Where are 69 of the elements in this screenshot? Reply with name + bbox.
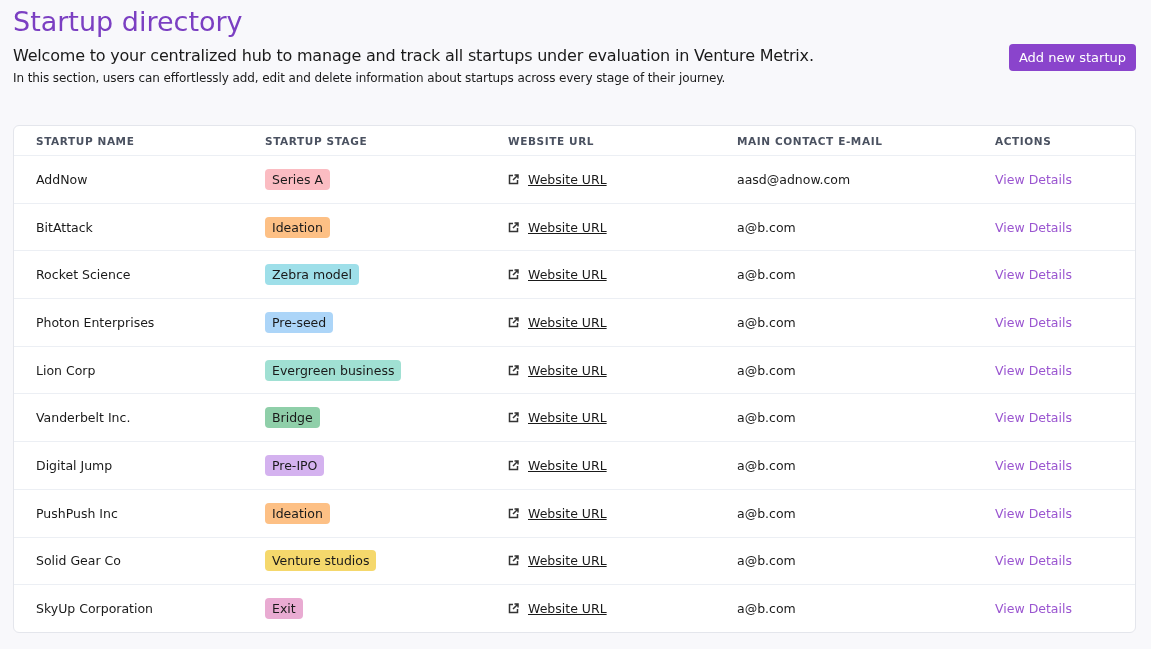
column-header: STARTUP NAME <box>36 134 136 147</box>
stage-tag: Ideation <box>265 216 330 238</box>
view-details-link[interactable]: View Details <box>995 267 1113 283</box>
column-header: WEBSITE URL <box>508 134 596 147</box>
add-startup-button[interactable]: Add new startup <box>1008 44 1136 71</box>
external-link-icon <box>508 412 519 424</box>
startup-name: Photon Enterprises <box>36 314 156 330</box>
stage-tag: Ideation <box>265 502 330 524</box>
contact-email: a@b.com <box>737 601 797 617</box>
page-subtitle: Welcome to your centralized hub to manage and track all startups under evaluation in Venture Metrix. <box>13 46 814 65</box>
view-details-link[interactable]: View Details <box>995 314 1113 330</box>
contact-email: a@b.com <box>737 457 797 473</box>
startup-name: Solid Gear Co <box>36 553 122 569</box>
external-link-icon <box>508 316 519 328</box>
stage-tag: Evergreen business <box>265 359 402 381</box>
contact-email: a@b.com <box>737 553 797 569</box>
stage-tag: Venture studios <box>265 550 377 572</box>
view-details-link[interactable]: View Details <box>995 553 1113 569</box>
stage-tag: Exit <box>265 598 303 620</box>
stage-tag: Bridge <box>265 407 320 429</box>
view-details-link[interactable]: View Details <box>995 171 1113 187</box>
external-link-icon <box>508 269 519 281</box>
contact-email: a@b.com <box>737 314 797 330</box>
startup-name: Vanderbelt Inc. <box>36 410 132 426</box>
view-details-link[interactable]: View Details <box>995 505 1113 521</box>
contact-email: a@b.com <box>737 219 797 235</box>
column-header: STARTUP STAGE <box>265 134 369 147</box>
website-link[interactable]: Website URL <box>528 219 607 235</box>
startup-name: BitAttack <box>36 219 94 235</box>
view-details-link[interactable]: View Details <box>995 362 1113 378</box>
startup-name: Rocket Science <box>36 267 132 283</box>
contact-email: a@b.com <box>737 410 797 426</box>
external-link-icon <box>508 364 519 376</box>
startup-name: PushPush Inc <box>36 505 119 521</box>
view-details-link[interactable]: View Details <box>995 457 1113 473</box>
website-link[interactable]: Website URL <box>528 505 607 521</box>
website-link[interactable]: Website URL <box>528 601 607 617</box>
external-link-icon <box>508 459 519 471</box>
page-title: Startup directory <box>13 5 244 39</box>
website-link[interactable]: Website URL <box>528 314 607 330</box>
external-link-icon <box>508 555 519 567</box>
contact-email: a@b.com <box>737 505 797 521</box>
website-link[interactable]: Website URL <box>528 457 607 473</box>
view-details-link[interactable]: View Details <box>995 410 1113 426</box>
stage-tag: Series A <box>265 168 330 190</box>
column-header: MAIN CONTACT E-MAIL <box>737 134 884 147</box>
view-details-link[interactable]: View Details <box>995 601 1113 617</box>
stage-tag: Zebra model <box>265 264 359 286</box>
contact-email: a@b.com <box>737 267 797 283</box>
stage-tag: Pre-IPO <box>265 454 325 476</box>
startup-name: Lion Corp <box>36 362 97 378</box>
startup-name: Digital Jump <box>36 457 114 473</box>
website-link[interactable]: Website URL <box>528 267 607 283</box>
contact-email: aasd@adnow.com <box>737 171 852 187</box>
external-link-icon <box>508 507 519 519</box>
startup-name: SkyUp Corporation <box>36 601 155 617</box>
external-link-icon <box>508 173 519 185</box>
website-link[interactable]: Website URL <box>528 553 607 569</box>
page-description: In this section, users can effortlessly add, edit and delete information about startups across every stage of their journey. <box>13 71 727 85</box>
contact-email: a@b.com <box>737 362 797 378</box>
external-link-icon <box>508 603 519 615</box>
website-link[interactable]: Website URL <box>528 171 607 187</box>
startup-name: AddNow <box>36 171 89 187</box>
column-header: ACTIONS <box>995 134 1053 147</box>
website-link[interactable]: Website URL <box>528 410 607 426</box>
view-details-link[interactable]: View Details <box>995 219 1113 235</box>
external-link-icon <box>508 221 519 233</box>
website-link[interactable]: Website URL <box>528 362 607 378</box>
stage-tag: Pre-seed <box>265 311 334 333</box>
